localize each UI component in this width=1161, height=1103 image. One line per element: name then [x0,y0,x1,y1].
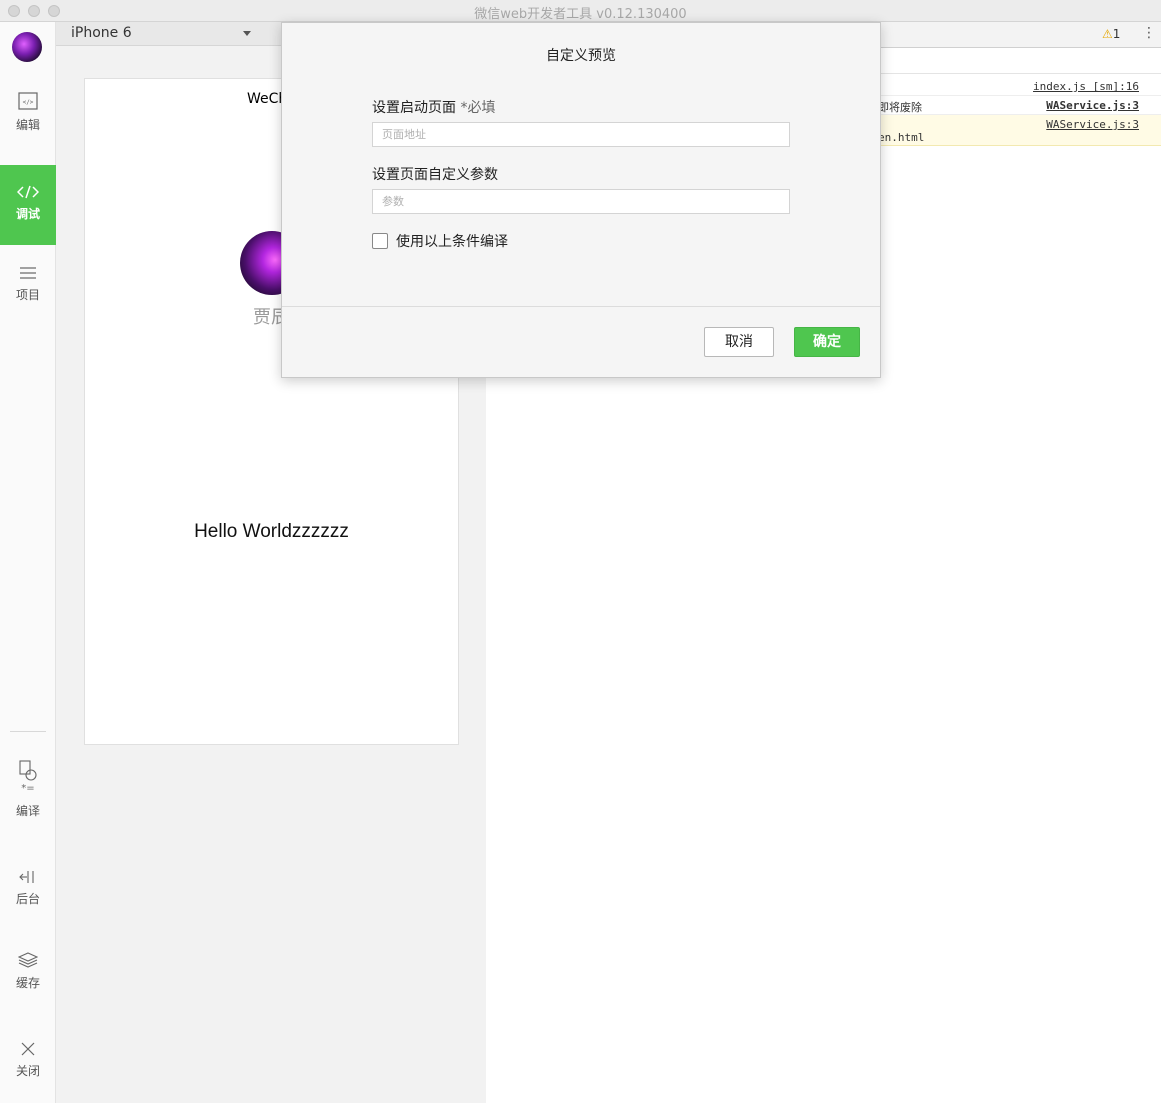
compile-checkbox[interactable] [372,233,388,249]
log-message: 即将废除 [878,101,922,114]
compile-mode-indicator: *= [21,783,35,794]
background-icon [19,871,34,883]
layers-icon [18,952,38,968]
params-label: 设置页面自定义参数 [372,167,498,183]
svg-text:</>: </> [23,99,34,106]
sidebar-item-cache[interactable]: 缓存 [0,952,56,1002]
sidebar-item-edit[interactable]: </> 编辑 [0,92,56,152]
sidebar-item-compile[interactable]: *= 编译 [0,760,56,830]
sidebar-item-close[interactable]: 关闭 [0,1042,56,1092]
dialog-title: 自定义预览 [546,48,616,64]
close-icon [21,1042,35,1056]
code-brackets-icon [17,185,39,199]
required-marker: *必填 [460,100,496,116]
start-page-input[interactable] [372,122,790,147]
start-page-label-text: 设置启动页面 [372,100,456,116]
sidebar-item-label: 调试 [15,207,40,221]
log-source-link[interactable]: index.js [sm]:16 [1033,80,1139,93]
start-page-label: 设置启动页面 *必填 [372,97,495,117]
cancel-button[interactable]: 取消 [704,327,774,357]
sidebar-item-label: 后台 [15,892,40,906]
hello-text: Hello Worldzzzzzz [194,521,349,542]
confirm-button[interactable]: 确定 [794,327,860,357]
log-message: en.html [878,131,925,144]
code-square-icon: </> [18,92,38,110]
warning-icon: ⚠ [1102,27,1113,41]
sidebar-item-label: 编辑 [15,118,40,132]
log-source-link[interactable]: WAService.js:3 [1046,99,1139,112]
custom-preview-dialog: 自定义预览 设置启动页面 *必填 设置页面自定义参数 使用以上条件编译 取消 确… [281,22,881,378]
menu-lines-icon [20,267,36,279]
params-input[interactable] [372,189,790,214]
sidebar-item-label: 项目 [15,288,40,302]
compile-checkbox-label[interactable]: 使用以上条件编译 [396,231,508,251]
sidebar-item-debug[interactable]: 调试 [0,165,56,245]
device-name: iPhone 6 [71,25,132,41]
sidebar-item-label: 编译 [15,804,40,818]
user-avatar[interactable] [12,32,42,62]
window-title: 微信web开发者工具 v0.12.130400 [474,7,687,22]
warning-count: 1 [1112,27,1121,41]
log-source-link[interactable]: WAService.js:3 [1046,118,1139,131]
more-vertical-icon[interactable]: ⋮ [1142,25,1156,41]
sidebar-item-project[interactable]: 项目 [0,266,56,316]
sidebar-item-background[interactable]: 后台 [0,870,56,920]
sidebar-item-label: 关闭 [15,1064,40,1078]
dialog-divider [282,306,880,307]
sidebar-item-label: 缓存 [15,976,40,990]
window-titlebar: 微信web开发者工具 v0.12.130400 [0,0,1161,22]
warning-counter[interactable]: ⚠1 [1102,27,1120,41]
chevron-down-icon [243,31,251,36]
sidebar: </> 编辑 调试 项目 *= 编译 后台 缓存 关闭 [0,22,56,1103]
sidebar-divider [10,731,46,732]
compile-icon [19,760,37,781]
